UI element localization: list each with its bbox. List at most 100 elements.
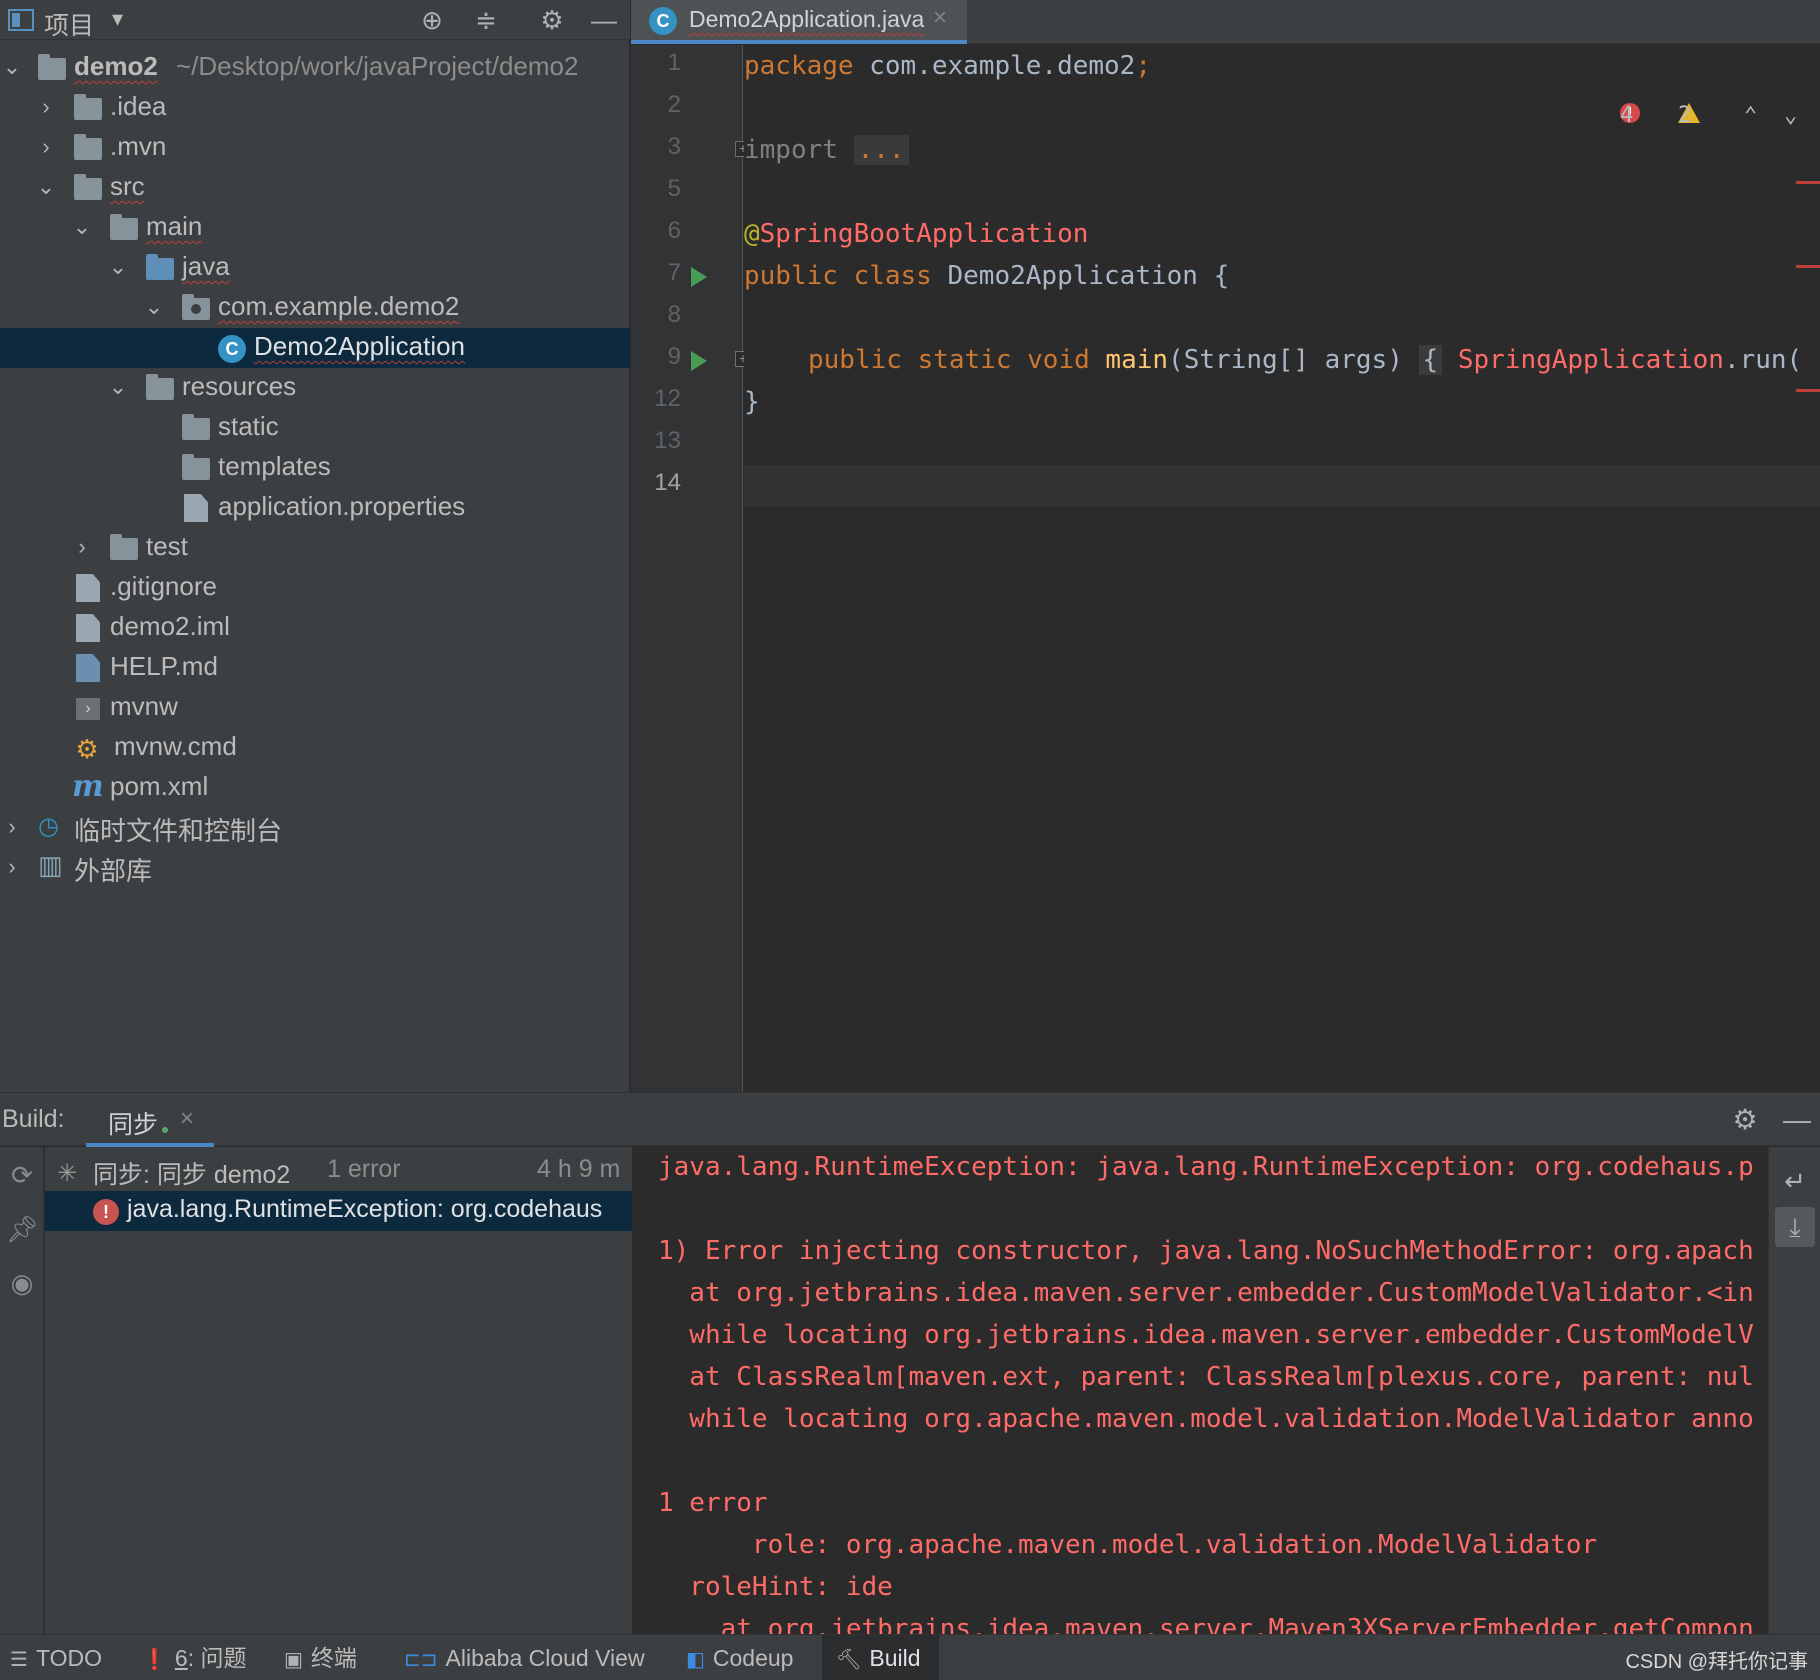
alibaba-cloud-view-button[interactable]: ⊏⊐ Alibaba Cloud View: [404, 1635, 645, 1680]
tree-item-pom-xml[interactable]: m pom.xml: [0, 768, 630, 808]
line-number: 8: [667, 301, 681, 328]
project-panel-title[interactable]: 项目: [44, 6, 94, 42]
tree-item-src[interactable]: ⌄ src: [0, 168, 630, 208]
tree-item-main[interactable]: ⌄ main: [0, 208, 630, 248]
gear-icon[interactable]: ⚙: [1728, 1103, 1762, 1137]
build-tool-window-header: Build: 同步 × ⚙ —: [0, 1092, 1820, 1147]
previous-highlight-icon[interactable]: ⌃: [1744, 103, 1757, 128]
tree-item-scratches[interactable]: › ◷ 临时文件和控制台: [0, 808, 630, 848]
hide-panel-icon[interactable]: —: [1780, 1103, 1814, 1137]
problems-tool-button[interactable]: ❗ 6: 问题: [142, 1635, 246, 1680]
locate-icon[interactable]: ⊕: [416, 4, 448, 36]
close-icon[interactable]: ×: [180, 1105, 194, 1133]
code-line-6: @SpringBootApplication: [744, 213, 1820, 255]
build-tool-button[interactable]: 🔨︎ Build: [822, 1635, 939, 1680]
code-token: .run(: [1723, 345, 1803, 375]
chevron-right-icon[interactable]: ›: [34, 92, 58, 122]
codeup-tool-button[interactable]: ◧ Codeup: [686, 1635, 793, 1680]
sync-icon[interactable]: ⟳: [4, 1157, 40, 1193]
error-stripe-mark[interactable]: [1796, 265, 1820, 268]
code-token: Demo2Application {: [931, 261, 1230, 291]
console-line: at ClassRealm[maven.ext, parent: ClassRe…: [658, 1362, 1754, 1392]
error-stripe-mark[interactable]: [1796, 389, 1820, 392]
tree-item-java[interactable]: ⌄ java: [0, 248, 630, 288]
eye-icon[interactable]: ◉: [4, 1265, 40, 1301]
build-tab-sync[interactable]: 同步 ×: [86, 1093, 214, 1147]
chevron-down-icon[interactable]: ⌄: [106, 252, 130, 282]
library-icon: ▥: [38, 850, 63, 880]
build-console-output[interactable]: java.lang.RuntimeException: java.lang.Ru…: [634, 1147, 1766, 1634]
line-number: 1: [667, 49, 681, 76]
hide-panel-icon[interactable]: —: [588, 4, 620, 36]
tree-item-application-properties[interactable]: application.properties: [0, 488, 630, 528]
next-highlight-icon[interactable]: ⌄: [1784, 103, 1797, 128]
chevron-down-icon[interactable]: ▾: [112, 6, 123, 32]
folded-imports[interactable]: ...: [853, 135, 909, 165]
pin-icon[interactable]: 📌︎: [4, 1211, 40, 1247]
tree-item-idea[interactable]: › .idea: [0, 88, 630, 128]
console-line: role: org.apache.maven.model.validation.…: [658, 1530, 1598, 1560]
soft-wrap-icon[interactable]: ↵: [1775, 1161, 1815, 1201]
chevron-down-icon[interactable]: ⌄: [70, 212, 94, 242]
tree-item-test[interactable]: › test: [0, 528, 630, 568]
build-tree-root[interactable]: ✳ 同步: 同步 demo2 1 error 4 h 9 m: [45, 1151, 632, 1191]
problems-number: 6: [174, 1645, 188, 1671]
code-token: import: [744, 135, 838, 165]
editor-tab-demo2application[interactable]: C Demo2Application.java ×: [631, 0, 967, 44]
folder-icon: [110, 214, 138, 240]
chevron-down-icon[interactable]: ⌄: [0, 52, 24, 82]
hammer-icon: 🔨︎: [836, 1649, 862, 1671]
run-icon[interactable]: [691, 267, 707, 287]
run-icon[interactable]: [691, 351, 707, 371]
chevron-right-icon[interactable]: ›: [0, 812, 24, 842]
tree-item-templates[interactable]: templates: [0, 448, 630, 488]
inspection-widget[interactable]: ! 4 2 ⌃ ⌄: [1620, 103, 1810, 133]
chevron-right-icon[interactable]: ›: [34, 132, 58, 162]
chevron-down-icon[interactable]: ⌄: [34, 172, 58, 202]
tree-item-demo2application[interactable]: C Demo2Application: [0, 328, 630, 368]
code-line-3: import ...: [744, 129, 1820, 171]
todo-tool-button[interactable]: ☰ TODO: [10, 1635, 102, 1680]
collapse-all-icon[interactable]: ≑: [470, 4, 502, 36]
build-side-toolbar: ⟳ 📌︎ ◉: [0, 1147, 44, 1634]
tree-item-demo2[interactable]: ⌄ demo2 ~/Desktop/work/javaProject/demo2: [0, 48, 630, 88]
tree-item-mvnw-cmd[interactable]: ⚙ mvnw.cmd: [0, 728, 630, 768]
tree-item-external-libraries[interactable]: › ▥ 外部库: [0, 848, 630, 888]
tree-item-demo2-iml[interactable]: demo2.iml: [0, 608, 630, 648]
code-line-7: public class Demo2Application {: [744, 255, 1820, 297]
tree-item-mvn[interactable]: › .mvn: [0, 128, 630, 168]
package-icon: [182, 294, 210, 320]
gear-icon[interactable]: ⚙: [536, 4, 568, 36]
tree-item-help-md[interactable]: HELP.md: [0, 648, 630, 688]
tree-item-label: application.properties: [218, 491, 466, 521]
build-tree-error-item[interactable]: ! java.lang.RuntimeException: org.codeha…: [45, 1191, 632, 1231]
terminal-tool-button[interactable]: ▣ 终端: [284, 1635, 357, 1680]
todo-label: TODO: [35, 1645, 102, 1671]
codeup-icon: ◧: [686, 1649, 705, 1671]
watermark: CSDN @拜托你记事: [1625, 1651, 1808, 1673]
code-token: }: [744, 387, 760, 417]
warning-count-value: 2: [1678, 103, 1692, 128]
console-line: 1 error: [658, 1488, 768, 1518]
close-icon[interactable]: ×: [933, 4, 947, 32]
tree-item-gitignore[interactable]: .gitignore: [0, 568, 630, 608]
chevron-right-icon[interactable]: ›: [0, 852, 24, 882]
chevron-down-icon[interactable]: ⌄: [142, 292, 166, 322]
chevron-down-icon[interactable]: ⌄: [106, 372, 130, 402]
tree-item-package[interactable]: ⌄ com.example.demo2: [0, 288, 630, 328]
tree-item-resources[interactable]: ⌄ resources: [0, 368, 630, 408]
code-token: SpringBootApplication: [759, 219, 1089, 249]
tree-item-mvnw[interactable]: › mvnw: [0, 688, 630, 728]
code-token: {: [1418, 345, 1443, 375]
folder-icon: [74, 134, 102, 160]
scroll-to-end-icon[interactable]: ⤓: [1775, 1207, 1815, 1247]
tree-item-static[interactable]: static: [0, 408, 630, 448]
code-token: com.example.demo2: [853, 51, 1136, 81]
tree-item-path: ~/Desktop/work/javaProject/demo2: [176, 51, 579, 81]
error-stripe-mark[interactable]: [1796, 181, 1820, 184]
chevron-right-icon[interactable]: ›: [70, 532, 94, 562]
code-editor[interactable]: package com.example.demo2; import ... @S…: [744, 45, 1820, 1092]
codeup-label: Codeup: [712, 1645, 794, 1671]
console-line: 1) Error injecting constructor, java.lan…: [658, 1236, 1754, 1266]
problems-icon: ❗: [142, 1649, 167, 1671]
